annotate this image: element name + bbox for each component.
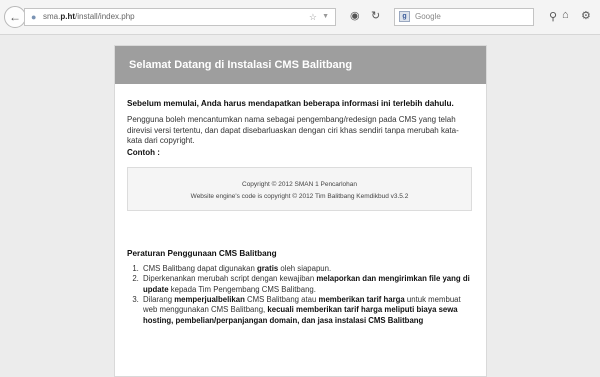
bookmark-star-icon[interactable]: ☆ (309, 9, 317, 25)
home-icon[interactable]: ⌂ (562, 9, 569, 21)
history-dropdown-icon[interactable]: ▼ (322, 9, 329, 25)
example-label: Contoh : (127, 147, 160, 157)
menu-icon[interactable]: ⚙ (581, 9, 591, 22)
panel-content: Sebelum memulai, Anda harus mendapatkan … (115, 84, 486, 326)
usage-paragraph: Pengguna boleh mencantumkan nama sebagai… (127, 115, 459, 146)
rules-title: Peraturan Penggunaan CMS Balitbang (127, 248, 277, 258)
back-arrow-icon: ← (9, 10, 21, 24)
reload-icon[interactable]: ↻ (371, 9, 380, 22)
site-identity-icon[interactable]: ● (31, 9, 36, 25)
copyright-line-2: Website engine's code is copyright © 201… (190, 192, 409, 200)
copyright-line-1: Copyright © 2012 SMAN 1 Pencarlohan (242, 180, 357, 188)
rules-list: CMS Balitbang dapat digunakan gratis ole… (127, 264, 472, 326)
rule-item: Diperkenankan merubah script dengan kewa… (141, 274, 472, 295)
rule-item: Dilarang memperjualbelikan CMS Balitbang… (141, 295, 472, 326)
search-bar[interactable]: g Google ⚲ (394, 8, 557, 26)
rule-item: CMS Balitbang dapat digunakan gratis ole… (141, 264, 472, 274)
address-bar[interactable]: ● sma.p.ht/install/index.php ☆ ▼ (24, 8, 336, 26)
intro-text: Sebelum memulai, Anda harus mendapatkan … (127, 99, 454, 108)
panel-title: Selamat Datang di Instalasi CMS Balitban… (115, 46, 486, 84)
search-icon[interactable]: ⚲ (549, 9, 557, 25)
url-text: sma.p.ht/install/index.php (43, 12, 135, 21)
install-panel: Selamat Datang di Instalasi CMS Balitban… (114, 45, 487, 377)
browser-toolbar: ← ● sma.p.ht/install/index.php ☆ ▼ ◉ ↻ g… (0, 0, 600, 35)
back-button[interactable]: ← (4, 6, 26, 28)
search-placeholder: Google (415, 12, 441, 21)
copyright-example-box: Copyright © 2012 SMAN 1 Pencarlohan Webs… (127, 166, 472, 211)
search-engine-icon[interactable]: g (399, 11, 410, 22)
addon-icon[interactable]: ◉ (350, 9, 360, 22)
